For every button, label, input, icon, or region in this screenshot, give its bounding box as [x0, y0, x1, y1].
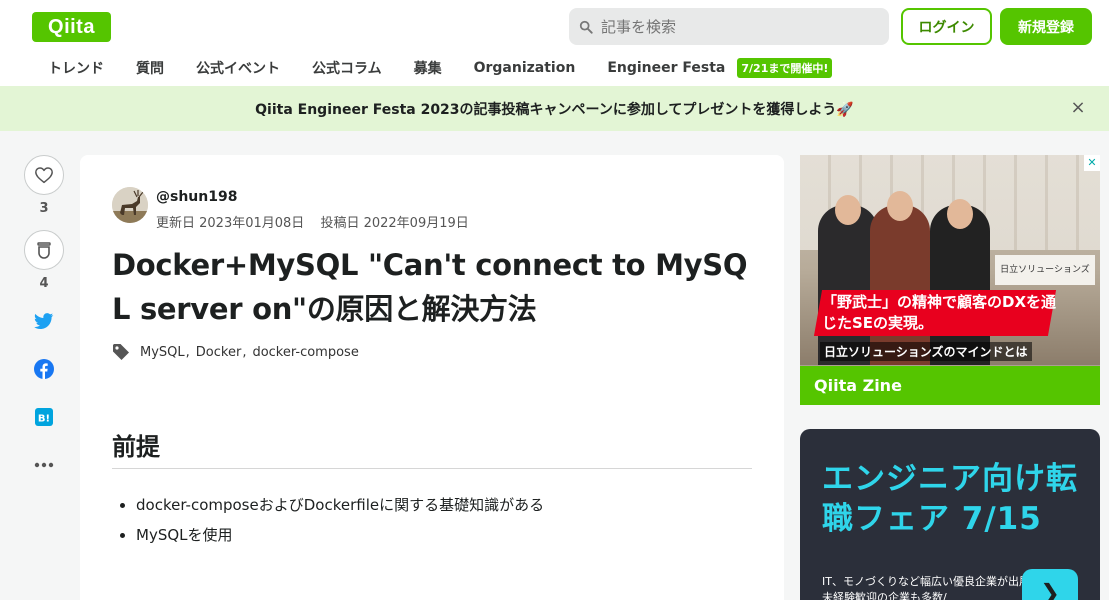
- article-dates: 更新日 2023年01月08日 投稿日 2022年09月19日: [156, 212, 481, 231]
- ad-company-sign: 日立ソリューションズ: [995, 255, 1095, 285]
- stock-count: 4: [39, 276, 49, 291]
- stock-button[interactable]: [24, 230, 64, 270]
- like-count: 3: [39, 201, 49, 216]
- svg-text:B!: B!: [38, 414, 50, 425]
- close-icon[interactable]: ×: [1069, 99, 1087, 117]
- heart-icon: [35, 167, 53, 184]
- facebook-share[interactable]: [24, 357, 64, 381]
- ad-person: [870, 205, 930, 365]
- author-username[interactable]: @shun198: [156, 189, 237, 205]
- list-item: docker-composeおよびDockerfileに関する基礎知識がある: [136, 495, 544, 515]
- nav-item-recruitment[interactable]: 募集: [398, 58, 458, 78]
- ad-job-fair-text: IT、モノづくりなど幅広い優良企業が出展！未経験歓迎の企業も多数/: [822, 575, 1041, 600]
- nav-item-trend[interactable]: トレンド: [32, 58, 120, 78]
- tag-icon: [113, 344, 129, 360]
- ad-person-head: [887, 191, 913, 221]
- tag-separator: ,: [242, 344, 247, 360]
- more-options[interactable]: [24, 453, 64, 477]
- stock-icon: [37, 242, 51, 259]
- nav-item-questions[interactable]: 質問: [120, 58, 180, 78]
- main-nav: トレンド 質問 公式イベント 公式コラム 募集 Organization Eng…: [32, 54, 833, 82]
- posted-date: 投稿日 2022年09月19日: [320, 216, 469, 231]
- sidebar-ad-job-fair[interactable]: エンジニア向け転職フェア 7/15 IT、モノづくりなど幅広い優良企業が出展！未…: [800, 429, 1100, 600]
- author-avatar[interactable]: [112, 187, 148, 223]
- twitter-share[interactable]: [24, 309, 64, 333]
- signup-button[interactable]: 新規登録: [1000, 8, 1092, 45]
- campaign-text[interactable]: Qiita Engineer Festa 2023の記事投稿キャンペーンに参加し…: [255, 99, 854, 119]
- ad-subheadline: 日立ソリューションズのマインドとは: [820, 342, 1032, 361]
- nav-item-organization[interactable]: Organization: [458, 60, 592, 76]
- festa-badge: 7/21まで開催中!: [737, 58, 833, 78]
- chevron-right-icon[interactable]: ❯: [1022, 569, 1078, 600]
- updated-date: 更新日 2023年01月08日: [156, 216, 305, 231]
- list-item: MySQLを使用: [136, 525, 544, 545]
- article-actions: 3 4 B!: [24, 155, 64, 477]
- twitter-icon: [34, 312, 54, 329]
- ad-person: [930, 205, 990, 365]
- ad-person-head: [947, 199, 973, 229]
- ad-person-head: [835, 195, 861, 225]
- tag-docker-compose[interactable]: docker-compose: [252, 345, 358, 360]
- article-card: @shun198 更新日 2023年01月08日 投稿日 2022年09月19日…: [80, 155, 784, 600]
- facebook-icon: [34, 359, 54, 379]
- search-box[interactable]: [569, 8, 889, 45]
- hatena-share[interactable]: B!: [24, 405, 64, 429]
- more-icon: [34, 462, 54, 468]
- campaign-banner[interactable]: Qiita Engineer Festa 2023の記事投稿キャンペーンに参加し…: [0, 86, 1109, 131]
- search-icon: [579, 20, 593, 34]
- like-button[interactable]: [24, 155, 64, 195]
- tag-docker[interactable]: Docker: [196, 345, 242, 360]
- login-button[interactable]: ログイン: [901, 8, 992, 45]
- article-tags: MySQL, Docker, docker-compose: [112, 343, 359, 361]
- tag-mysql[interactable]: MySQL: [140, 345, 185, 360]
- sidebar-ad-hitachi[interactable]: 日立ソリューションズ 「野武士」の精神で顧客のDXを通じたSEの実現。 日立ソリ…: [800, 155, 1100, 405]
- qiita-logo[interactable]: Qiita: [32, 12, 111, 42]
- article-title: Docker+MySQL "Can't connect to MySQL ser…: [112, 248, 748, 326]
- ad-job-fair-title: エンジニア向け転職フェア 7/15: [822, 461, 1078, 537]
- section-heading: 前提: [112, 427, 752, 469]
- search-input[interactable]: [601, 17, 881, 36]
- nav-item-official-columns[interactable]: 公式コラム: [296, 58, 398, 78]
- ad-headline: 「野武士」の精神で顧客のDXを通じたSEの実現。: [822, 293, 1057, 332]
- site-header: Qiita ログイン 新規登録 トレンド 質問 公式イベント 公式コラム 募集 …: [0, 0, 1109, 86]
- prerequisite-list: docker-composeおよびDockerfileに関する基礎知識がある M…: [136, 495, 544, 555]
- ad-close-icon[interactable]: ✕: [1084, 155, 1100, 171]
- nav-item-official-events[interactable]: 公式イベント: [180, 58, 296, 78]
- tag-separator: ,: [185, 344, 190, 360]
- deer-avatar-icon: [112, 187, 148, 223]
- qiita-zine-label: Qiita Zine: [800, 366, 1100, 405]
- hatena-bookmark-icon: B!: [35, 408, 53, 426]
- nav-item-engineer-festa[interactable]: Engineer Festa: [591, 60, 741, 76]
- ad-person: [818, 205, 878, 365]
